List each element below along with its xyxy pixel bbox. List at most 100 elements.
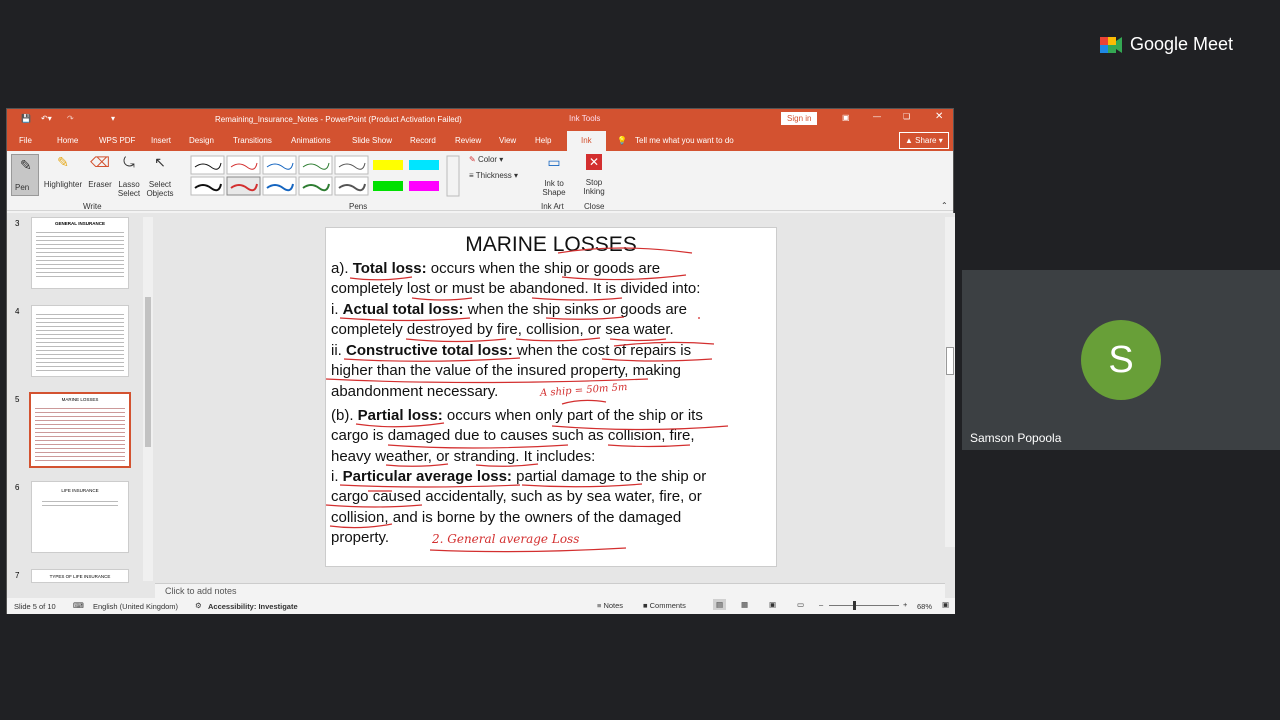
tab-help[interactable]: Help: [535, 136, 551, 145]
notes-label: Notes: [603, 601, 624, 610]
accessibility-status[interactable]: Accessibility: Investigate: [208, 602, 298, 611]
thumb-number-4: 4: [15, 307, 20, 316]
save-icon[interactable]: 💾: [21, 114, 31, 123]
tab-record[interactable]: Record: [410, 136, 436, 145]
stop-icon: ✕: [586, 154, 602, 170]
close-icon[interactable]: ✕: [935, 111, 943, 122]
minimize-icon[interactable]: —: [873, 112, 881, 121]
ribbon-display-icon[interactable]: ▣: [842, 113, 850, 122]
comments-label: Comments: [649, 601, 686, 610]
stop-label-2: Inking: [583, 187, 605, 196]
thickness-button[interactable]: ≡ Thickness ▾: [469, 171, 518, 180]
eraser-icon: ⌫: [90, 154, 110, 170]
tab-animations[interactable]: Animations: [291, 136, 331, 145]
meet-screen: { "meet": {"brand": "Google Meet", "part…: [0, 0, 1280, 720]
thumb-title-5: MARINE LOSSES: [61, 397, 99, 402]
tab-slide-show[interactable]: Slide Show: [352, 136, 392, 145]
tab-view[interactable]: View: [499, 136, 516, 145]
ribbon-tabs: File Home WPS PDF Insert Design Transiti…: [7, 129, 953, 151]
ink-annotations: [326, 247, 729, 553]
select-objects-button[interactable]: ↖ Select Objects: [145, 154, 175, 198]
reading-view-icon[interactable]: ▣: [769, 600, 776, 609]
pen-button[interactable]: ✎ Pen: [11, 154, 39, 196]
stop-inking-button[interactable]: ✕ Stop Inking: [579, 154, 609, 196]
tab-design[interactable]: Design: [189, 136, 214, 145]
fit-slide-icon[interactable]: ▣: [942, 600, 949, 609]
collapse-ribbon-icon[interactable]: ⌃: [941, 201, 948, 210]
thumb-title-6: LIFE INSURANCE: [61, 488, 99, 493]
group-write-label: Write: [83, 202, 102, 211]
lasso-icon: ⤿: [123, 154, 135, 170]
zoom-out-icon[interactable]: –: [819, 600, 823, 609]
notes-toggle[interactable]: ≡ Notes: [597, 601, 623, 610]
redo-icon[interactable]: ↷: [67, 114, 74, 123]
thumb-number-3: 3: [15, 219, 20, 228]
thumbnail-slide-4[interactable]: [31, 305, 129, 377]
select-label: Select: [148, 180, 172, 189]
sign-in-button[interactable]: Sign in: [781, 112, 818, 125]
editor-area: 3 GENERAL INSURANCE 4 5 MARINE LOSSES 6 …: [7, 213, 955, 598]
slide-scrollbar[interactable]: [945, 217, 955, 547]
zoom-in-icon[interactable]: +: [903, 600, 907, 609]
thumb-lines: [36, 311, 124, 371]
tab-transitions[interactable]: Transitions: [233, 136, 272, 145]
zoom-slider-handle[interactable]: [853, 601, 856, 610]
ink-ribbon: ✎ Pen ✎ Highlighter ⌫ Eraser ⤿ Lasso Sel…: [7, 151, 953, 211]
pen-swatches[interactable]: [190, 155, 460, 197]
zoom-level[interactable]: 68%: [917, 602, 932, 611]
tab-insert[interactable]: Insert: [151, 136, 171, 145]
customize-toolbar-icon[interactable]: ▾: [111, 114, 115, 123]
comments-toggle[interactable]: ■ Comments: [643, 601, 686, 610]
thumb-number-6: 6: [15, 483, 20, 492]
accessibility-icon[interactable]: ⚙: [195, 601, 202, 610]
meet-camera-icon: [1100, 36, 1122, 53]
current-slide[interactable]: MARINE LOSSES a). Total loss: occurs whe…: [325, 227, 777, 567]
slideshow-icon[interactable]: ▭: [797, 600, 804, 609]
lasso-label-2: Select: [117, 189, 141, 198]
participant-tile[interactable]: S Samson Popoola: [962, 270, 1280, 450]
thumbnail-scrollbar[interactable]: [143, 217, 153, 581]
maximize-icon[interactable]: ❏: [903, 112, 910, 121]
ink-shape-label-2: Shape: [542, 188, 566, 197]
thumbnail-slide-3[interactable]: GENERAL INSURANCE: [31, 217, 129, 289]
thumb-lines: [42, 498, 118, 508]
select-label-2: Objects: [146, 189, 174, 198]
thumbnail-slide-7[interactable]: TYPES OF LIFE INSURANCE: [31, 569, 129, 583]
slide-scroll-thumb[interactable]: [946, 347, 954, 375]
thumb-title-3: GENERAL INSURANCE: [55, 221, 105, 226]
tab-ink[interactable]: Ink: [567, 131, 606, 151]
tab-file[interactable]: File: [19, 136, 32, 145]
thumb-lines: [36, 229, 124, 279]
thumb-lines: [35, 405, 125, 461]
lasso-select-button[interactable]: ⤿ Lasso Select: [115, 154, 143, 198]
participant-avatar: S: [1081, 320, 1161, 400]
share-label: Share: [915, 136, 937, 145]
spelling-icon[interactable]: ⌨: [73, 601, 84, 610]
scrollbar-thumb[interactable]: [145, 297, 151, 447]
share-button[interactable]: ▲ Share ▾: [899, 132, 949, 149]
language-status[interactable]: English (United Kingdom): [93, 602, 178, 611]
zoom-slider[interactable]: [829, 601, 899, 610]
pen-label: Pen: [15, 183, 30, 192]
undo-icon[interactable]: ↶▾: [41, 114, 52, 123]
participant-name: Samson Popoola: [970, 431, 1062, 445]
ink-to-shape-button[interactable]: ▭ Ink to Shape: [539, 154, 569, 197]
thumbnail-slide-6[interactable]: LIFE INSURANCE: [31, 481, 129, 553]
normal-view-icon[interactable]: ▤: [713, 599, 727, 610]
tab-review[interactable]: Review: [455, 136, 481, 145]
thumbnail-slide-5-selected[interactable]: MARINE LOSSES: [29, 392, 131, 468]
thumb-title-7: TYPES OF LIFE INSURANCE: [49, 574, 111, 579]
tab-home[interactable]: Home: [57, 136, 78, 145]
notes-pane-placeholder[interactable]: Click to add notes: [155, 583, 945, 598]
pens-gallery[interactable]: [189, 155, 461, 197]
slide-sorter-icon[interactable]: ▦: [741, 600, 748, 609]
tell-me-search[interactable]: Tell me what you want to do: [635, 136, 734, 145]
tab-wps-pdf[interactable]: WPS PDF: [99, 136, 135, 145]
lasso-label: Lasso: [118, 180, 140, 189]
group-close-label: Close: [584, 202, 605, 211]
eraser-button[interactable]: ⌫ Eraser: [87, 154, 113, 189]
color-button[interactable]: ✎ Color ▾: [469, 155, 503, 164]
status-bar: Slide 5 of 10 ⌨ English (United Kingdom)…: [7, 598, 955, 614]
meet-brand-text: Google Meet: [1130, 34, 1234, 54]
highlighter-button[interactable]: ✎ Highlighter: [41, 154, 85, 189]
